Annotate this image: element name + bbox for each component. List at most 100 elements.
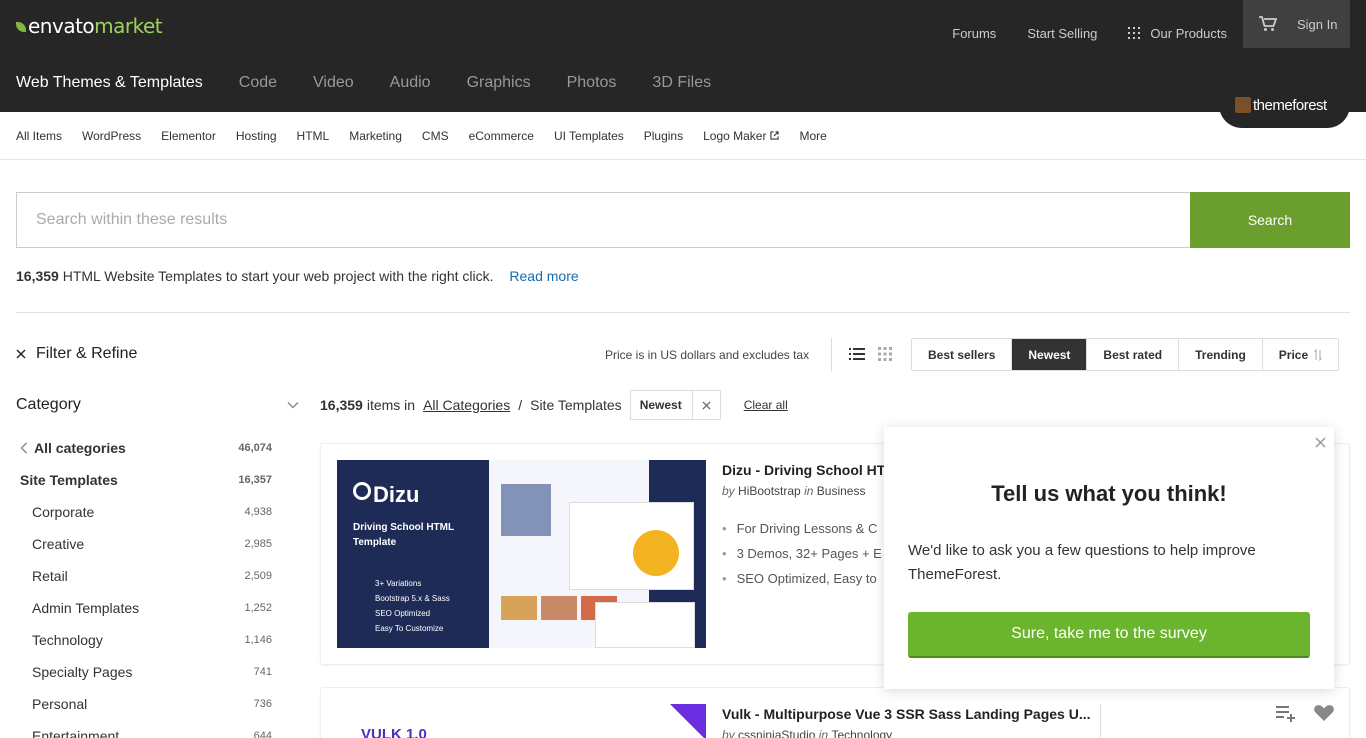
item-card: VULK 1.0 Vulk - Multipurpose Vue 3 SSR S… <box>320 687 1350 738</box>
sidebar-item-personal[interactable]: Personal 736 <box>16 688 272 720</box>
sidebar-item-technology[interactable]: Technology 1,146 <box>16 624 272 656</box>
cat-web-themes[interactable]: Web Themes & Templates <box>16 74 203 92</box>
sidebar-item-count: 736 <box>253 698 272 710</box>
thumbnail-feature: 3+ Variations <box>375 579 422 588</box>
remove-filter-button[interactable] <box>691 391 720 419</box>
subnav-html[interactable]: HTML <box>297 129 330 143</box>
item-author-link[interactable]: HiBootstrap <box>738 484 801 498</box>
subnav-all-items[interactable]: All Items <box>16 129 62 143</box>
cat-photos[interactable]: Photos <box>567 74 617 92</box>
start-selling-link[interactable]: Start Selling <box>1027 26 1097 41</box>
clear-all-link[interactable]: Clear all <box>744 398 788 412</box>
cat-graphics[interactable]: Graphics <box>467 74 531 92</box>
close-icon[interactable] <box>1315 437 1326 448</box>
our-products-menu[interactable]: Our Products <box>1128 26 1227 41</box>
item-title[interactable]: Dizu - Driving School HTML <box>722 462 906 478</box>
thumbnail-features: 3+ Variations Bootstrap 5.x & Sass SEO O… <box>375 576 450 636</box>
sidebar-item-corporate[interactable]: Corporate 4,938 <box>16 496 272 528</box>
signin-area[interactable]: Sign In <box>1243 0 1350 48</box>
subnav-ecommerce[interactable]: eCommerce <box>469 129 534 143</box>
survey-body: We'd like to ask you a few questions to … <box>908 542 1256 583</box>
take-survey-button[interactable]: Sure, take me to the survey <box>908 612 1310 658</box>
in-text: in <box>818 728 829 738</box>
sidebar-item-label: Specialty Pages <box>32 664 133 680</box>
read-more-link[interactable]: Read more <box>509 268 578 284</box>
search-input[interactable] <box>16 192 1190 248</box>
list-view-icon[interactable] <box>849 347 865 361</box>
close-icon <box>16 349 26 359</box>
survey-popup: Tell us what you think! We'd like to ask… <box>884 427 1334 689</box>
in-text: in <box>804 484 814 498</box>
list-item: 3 Demos, 32+ Pages + E <box>722 541 882 566</box>
by-text: by <box>722 484 735 498</box>
filter-refine-toggle[interactable]: Filter & Refine <box>16 345 137 363</box>
cat-video[interactable]: Video <box>313 74 354 92</box>
mockup-image <box>501 484 551 536</box>
price-note: Price is in US dollars and excludes tax <box>605 348 810 362</box>
subnav-cms[interactable]: CMS <box>422 129 449 143</box>
subnav-wordpress[interactable]: WordPress <box>82 129 141 143</box>
item-category-link[interactable]: Business <box>817 484 866 498</box>
sort-newest[interactable]: Newest <box>1012 339 1088 370</box>
sidebar-item-count: 741 <box>253 666 272 678</box>
sidebar-item-count: 1,252 <box>244 602 272 614</box>
subnav-logo-maker[interactable]: Logo Maker <box>703 129 780 143</box>
cat-code[interactable]: Code <box>239 74 277 92</box>
sidebar-item-specialty-pages[interactable]: Specialty Pages 741 <box>16 656 272 688</box>
sidebar-item-count: 1,146 <box>244 634 272 646</box>
sidebar-item-count: 4,938 <box>244 506 272 518</box>
thumbnail-feature: Easy To Customize <box>375 624 444 633</box>
survey-title: Tell us what you think! <box>991 481 1227 506</box>
sidebar-item-retail[interactable]: Retail 2,509 <box>16 560 272 592</box>
item-thumbnail[interactable]: VULK 1.0 <box>337 704 706 738</box>
heart-icon[interactable] <box>1313 704 1335 722</box>
subnav-elementor[interactable]: Elementor <box>161 129 216 143</box>
cat-3d-files[interactable]: 3D Files <box>652 74 711 92</box>
item-category-link[interactable]: Technology <box>831 728 892 738</box>
subnav-hosting[interactable]: Hosting <box>236 129 277 143</box>
sign-in-link[interactable]: Sign In <box>1297 17 1337 32</box>
sidebar-item-count: 16,357 <box>238 474 272 486</box>
sort-best-sellers[interactable]: Best sellers <box>912 339 1013 370</box>
item-author-link[interactable]: cssninjaStudio <box>738 728 815 738</box>
search-button[interactable]: Search <box>1190 192 1350 248</box>
logo-text-market: market <box>94 14 163 38</box>
sidebar-item-all-categories[interactable]: All categories 46,074 <box>16 432 272 464</box>
themeforest-badge[interactable]: themeforest <box>1219 82 1350 128</box>
breadcrumb-separator: / <box>518 397 523 413</box>
result-count: 16,359 <box>16 268 59 284</box>
subnav-marketing[interactable]: Marketing <box>349 129 402 143</box>
category-header[interactable]: Category <box>16 396 299 414</box>
our-products-label: Our Products <box>1150 25 1227 41</box>
cat-audio[interactable]: Audio <box>390 74 431 92</box>
sidebar-item-admin-templates[interactable]: Admin Templates 1,252 <box>16 592 272 624</box>
subnav-more[interactable]: More <box>799 129 826 143</box>
grid-view-icon[interactable] <box>878 347 892 361</box>
sidebar-item-label: Technology <box>32 632 103 648</box>
thumbnail-title: Dizu <box>373 482 420 507</box>
thumbnail-decoration <box>670 704 706 738</box>
sidebar-item-count: 2,509 <box>244 570 272 582</box>
sort-best-rated[interactable]: Best rated <box>1087 339 1180 370</box>
envato-market-logo[interactable]: envato market <box>16 14 163 38</box>
cart-icon[interactable] <box>1259 16 1277 32</box>
sidebar-item-count: 46,074 <box>238 442 272 454</box>
item-thumbnail[interactable]: Dizu Driving School HTML Template 3+ Var… <box>337 460 706 648</box>
breadcrumb-all-categories[interactable]: All Categories <box>423 397 510 413</box>
sidebar-item-entertainment[interactable]: Entertainment 644 <box>16 720 272 738</box>
sort-trending[interactable]: Trending <box>1179 339 1263 370</box>
item-title[interactable]: Vulk - Multipurpose Vue 3 SSR Sass Landi… <box>722 706 1090 722</box>
forums-link[interactable]: Forums <box>952 26 996 41</box>
subnav-ui-templates[interactable]: UI Templates <box>554 129 624 143</box>
add-to-collection-icon[interactable] <box>1275 704 1297 722</box>
steering-wheel-icon <box>353 482 371 500</box>
thumbnail-subtitle: Driving School HTML Template <box>353 522 454 548</box>
themeforest-label: themeforest <box>1253 96 1327 114</box>
sidebar-item-creative[interactable]: Creative 2,985 <box>16 528 272 560</box>
sort-price[interactable]: Price <box>1262 339 1339 370</box>
sidebar-item-site-templates[interactable]: Site Templates 16,357 <box>16 464 272 496</box>
subnav-plugins[interactable]: Plugins <box>644 129 683 143</box>
sidebar-item-label: Creative <box>32 536 85 552</box>
themeforest-leaf-icon <box>1235 97 1251 113</box>
divider <box>831 338 832 372</box>
